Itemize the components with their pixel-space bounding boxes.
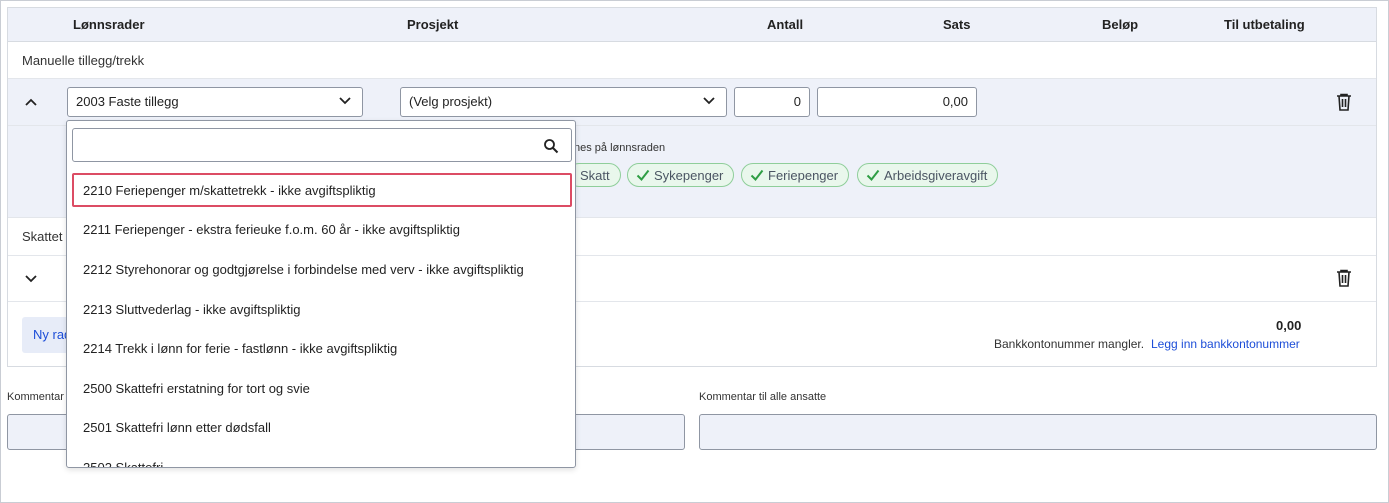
dropdown-search-input[interactable]	[72, 128, 572, 162]
dropdown-item[interactable]: 2212 Styrehonorar og godtgjørelse i forb…	[72, 252, 572, 286]
prosjekt-select-value: (Velg prosjekt)	[409, 94, 493, 109]
chip-feriepenger: Feriepenger	[741, 163, 850, 187]
comment-label-all: Kommentar til alle ansatte	[699, 391, 827, 403]
chevron-down-icon[interactable]	[24, 271, 38, 285]
chip-sykepenger-label: Sykepenger	[654, 168, 724, 183]
chevron-down-icon	[339, 97, 351, 105]
comment-label-left: Kommentar	[7, 391, 64, 403]
lonnsrad-dropdown: 2210 Feriepenger m/skattetrekk - ikke av…	[66, 120, 576, 468]
lonnsrad-select[interactable]: 2003 Faste tillegg	[67, 87, 363, 117]
bank-missing-text: Bankkontonummer mangler.	[994, 337, 1145, 351]
trash-icon[interactable]	[1336, 93, 1352, 111]
chevron-down-icon	[703, 97, 715, 105]
header-antall: Antall	[767, 17, 804, 32]
section-tax-label: Skattet	[22, 229, 63, 244]
prosjekt-select[interactable]: (Velg prosjekt)	[400, 87, 727, 117]
dropdown-item[interactable]: 2213 Sluttvederlag - ikke avgiftspliktig	[72, 292, 572, 326]
dropdown-item[interactable]: 2502 Skattefri ...	[72, 450, 572, 467]
total-amount: 0,00	[1276, 318, 1302, 333]
check-icon	[636, 169, 650, 182]
header-til-utbetaling: Til utbetaling	[1224, 17, 1305, 32]
detail-info-text: nes på lønnsraden	[574, 142, 666, 154]
chip-arbeidsgiveravgift: Arbeidsgiveravgift	[857, 163, 999, 187]
dropdown-item[interactable]: 2501 Skattefri lønn etter dødsfall	[72, 410, 572, 444]
search-icon	[544, 139, 559, 154]
chevron-up-icon[interactable]	[24, 95, 38, 109]
chip-skatt-label: Skatt	[580, 168, 610, 183]
dropdown-item[interactable]: 2214 Trekk i lønn for ferie - fastlønn -…	[72, 331, 572, 365]
check-icon	[866, 169, 880, 182]
chip-sykepenger: Sykepenger	[627, 163, 735, 187]
header-belop: Beløp	[1102, 17, 1139, 32]
dropdown-item[interactable]: 2500 Skattefri erstatning for tort og sv…	[72, 371, 572, 405]
header-lonnsrader: Lønnsrader	[73, 17, 145, 32]
sats-input[interactable]: 0,00	[817, 87, 977, 117]
trash-icon[interactable]	[1336, 269, 1352, 287]
dropdown-item[interactable]: 2210 Feriepenger m/skattetrekk - ikke av…	[72, 173, 572, 207]
section-manual: Manuelle tillegg/trekk	[8, 42, 1376, 79]
table-header: Lønnsrader Prosjekt Antall Sats Beløp Ti…	[8, 8, 1376, 42]
antall-input[interactable]: 0	[734, 87, 810, 117]
chip-arbeidsgiveravgift-label: Arbeidsgiveravgift	[884, 168, 988, 183]
dropdown-item[interactable]: 2211 Feriepenger - ekstra ferieuke f.o.m…	[72, 212, 572, 246]
check-icon	[750, 169, 764, 182]
chip-feriepenger-label: Feriepenger	[768, 168, 839, 183]
header-prosjekt: Prosjekt	[407, 17, 459, 32]
edit-row: 2003 Faste tillegg (Velg prosjekt) 0 0,0…	[8, 79, 1376, 126]
add-bank-account-link[interactable]: Legg inn bankkontonummer	[1151, 337, 1300, 351]
comment-input-all[interactable]	[699, 414, 1377, 450]
lonnsrad-select-value: 2003 Faste tillegg	[76, 94, 179, 109]
section-manual-label: Manuelle tillegg/trekk	[22, 53, 145, 68]
header-sats: Sats	[943, 17, 971, 32]
